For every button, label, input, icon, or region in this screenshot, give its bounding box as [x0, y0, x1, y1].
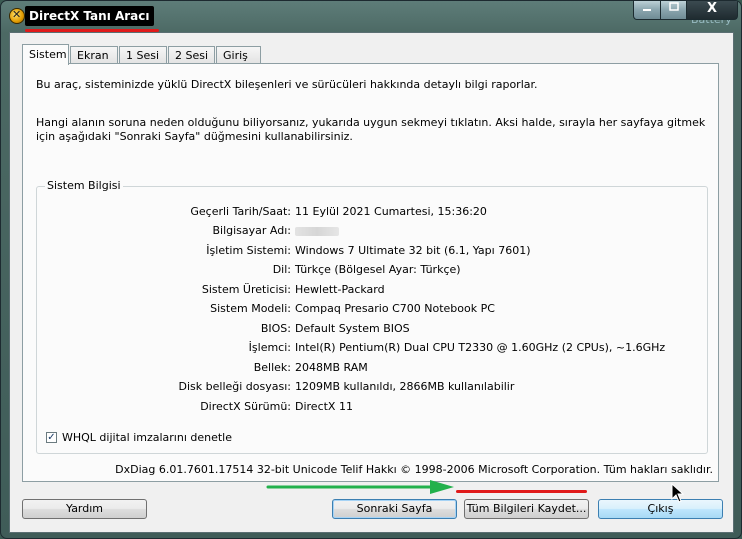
- exit-button[interactable]: Çıkış: [598, 499, 723, 519]
- tab-ekran[interactable]: Ekran: [70, 46, 118, 64]
- info-label: İşletim Sistemi:: [206, 244, 291, 257]
- checkmark-icon: ✓: [47, 432, 56, 443]
- info-label: Sistem Üreticisi:: [201, 283, 291, 296]
- info-row-model: Sistem Modeli: Compaq Presario C700 Note…: [37, 302, 709, 318]
- info-value: 1209MB kullanıldı, 2866MB kullanılabilir: [295, 380, 515, 393]
- info-label: DirectX Sürümü:: [200, 400, 291, 413]
- info-row-directx-version: DirectX Sürümü: DirectX 11: [37, 400, 709, 416]
- sistem-tab-panel: Bu araç, sisteminizde yüklü DirectX bile…: [22, 63, 719, 482]
- close-icon: X: [706, 1, 718, 16]
- maximize-icon: [668, 2, 679, 15]
- info-label: İşlemci:: [248, 341, 291, 354]
- green-arrow-annotation: [266, 480, 454, 494]
- tab-label: Giriş: [223, 49, 248, 62]
- system-info-group: Sistem Bilgisi Geçerli Tarih/Saat: 11 Ey…: [36, 179, 709, 454]
- button-label: Sonraki Sayfa: [356, 502, 433, 515]
- info-row-computer-name: Bilgisayar Adı:: [37, 224, 709, 240]
- window-title: DirectX Tanı Aracı: [25, 6, 154, 26]
- intro-text-2: Hangi alanın soruna neden olduğunu biliy…: [36, 116, 706, 143]
- info-row-language: Dil: Türkçe (Bölgesel Ayar: Türkçe): [37, 263, 709, 279]
- whql-label: WHQL dijital imzalarını denetle: [62, 431, 233, 444]
- copyright-text: DxDiag 6.01.7601.17514 32-bit Unicode Te…: [115, 463, 713, 476]
- help-button[interactable]: Yardım: [22, 499, 147, 519]
- title-bar[interactable]: DirectX Tanı Aracı Battery X: [1, 1, 741, 32]
- tab-label: 2 Sesi: [175, 49, 209, 62]
- info-value: Compaq Presario C700 Notebook PC: [295, 302, 495, 315]
- info-row-manufacturer: Sistem Üreticisi: Hewlett-Packard: [37, 283, 709, 299]
- info-row-processor: İşlemci: Intel(R) Pentium(R) Dual CPU T2…: [37, 341, 709, 357]
- minimize-icon: [642, 2, 652, 15]
- info-label: Bilgisayar Adı:: [212, 224, 291, 237]
- info-value: Hewlett-Packard: [295, 283, 385, 296]
- info-value: Windows 7 Ultimate 32 bit (6.1, Yapı 760…: [295, 244, 531, 257]
- tab-1-sesi[interactable]: 1 Sesi: [119, 46, 167, 64]
- info-value: 2048MB RAM: [295, 361, 368, 374]
- directx-app-icon: [9, 8, 25, 24]
- minimize-button[interactable]: [633, 1, 661, 20]
- info-label: Bellek:: [253, 361, 291, 374]
- tab-label: 1 Sesi: [126, 49, 160, 62]
- info-label: Dil:: [272, 263, 291, 276]
- info-value: DirectX 11: [295, 400, 353, 413]
- whql-checkbox[interactable]: ✓: [46, 432, 57, 443]
- close-button[interactable]: X: [686, 1, 738, 20]
- button-label: Yardım: [65, 502, 104, 515]
- save-button-red-underline-annotation: [456, 490, 587, 493]
- mouse-cursor-icon: [671, 483, 685, 503]
- tab-2-sesi[interactable]: 2 Sesi: [168, 46, 215, 64]
- redacted-computer-name: [295, 224, 339, 239]
- info-row-date: Geçerli Tarih/Saat: 11 Eylül 2021 Cumart…: [37, 205, 709, 221]
- info-label: Disk belleği dosyası:: [178, 380, 291, 393]
- info-row-memory: Bellek: 2048MB RAM: [37, 361, 709, 377]
- info-row-os: İşletim Sistemi: Windows 7 Ultimate 32 b…: [37, 244, 709, 260]
- info-value: Intel(R) Pentium(R) Dual CPU T2330 @ 1.6…: [295, 341, 666, 354]
- info-row-bios: BIOS: Default System BIOS: [37, 322, 709, 338]
- info-label: Geçerli Tarih/Saat:: [190, 205, 291, 218]
- tab-label: Ekran: [77, 49, 109, 62]
- info-value: Default System BIOS: [295, 322, 410, 335]
- dialog-client-area: Sistem Ekran 1 Sesi 2 Sesi Giriş Bu araç…: [9, 32, 734, 533]
- info-label: Sistem Modeli:: [210, 302, 291, 315]
- caption-buttons: X: [633, 1, 739, 20]
- dxdiag-window: DirectX Tanı Aracı Battery X Sistem Ekra…: [0, 0, 742, 539]
- info-row-page-file: Disk belleği dosyası: 1209MB kullanıldı,…: [37, 380, 709, 396]
- button-label: Tüm Bilgileri Kaydet...: [466, 502, 587, 515]
- maximize-button[interactable]: [660, 1, 687, 20]
- info-value: Türkçe (Bölgesel Ayar: Türkçe): [295, 263, 461, 276]
- intro-text-1: Bu araç, sisteminizde yüklü DirectX bile…: [36, 78, 538, 91]
- tab-sistem[interactable]: Sistem: [22, 44, 69, 65]
- info-value: 11 Eylül 2021 Cumartesi, 15:36:20: [295, 205, 487, 218]
- tab-label: Sistem: [29, 48, 67, 61]
- button-label: Çıkış: [647, 502, 674, 515]
- next-page-button[interactable]: Sonraki Sayfa: [332, 499, 457, 519]
- info-label: BIOS:: [260, 322, 291, 335]
- tab-giris[interactable]: Giriş: [216, 46, 261, 64]
- save-all-info-button[interactable]: Tüm Bilgileri Kaydet...: [464, 499, 589, 519]
- blur-mask: [295, 227, 339, 236]
- group-title: Sistem Bilgisi: [45, 179, 123, 192]
